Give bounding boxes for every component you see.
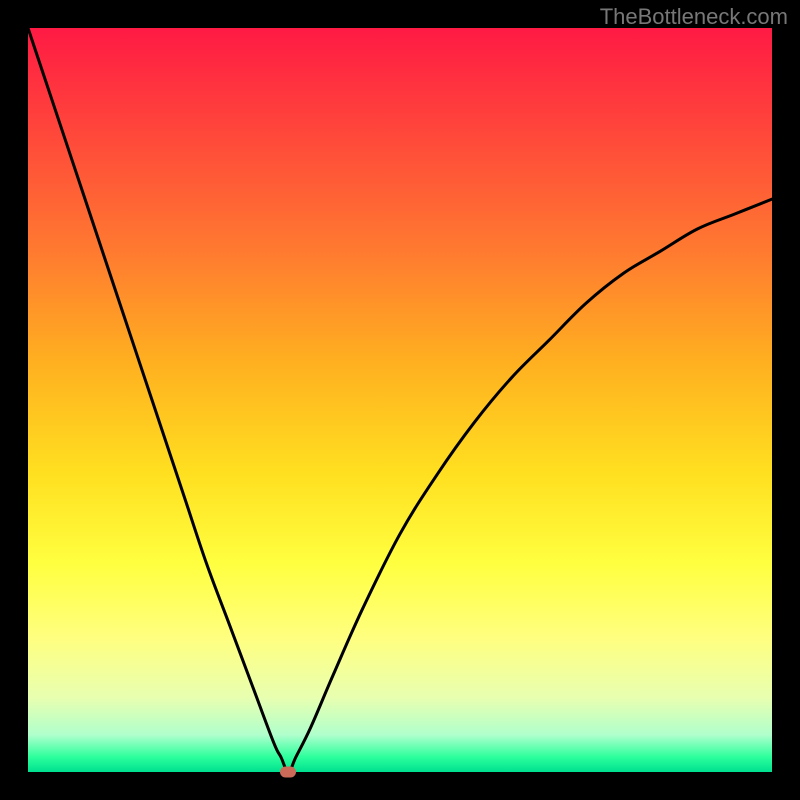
plot-area bbox=[28, 28, 772, 772]
min-marker bbox=[280, 767, 296, 778]
watermark-label: TheBottleneck.com bbox=[600, 4, 788, 30]
bottleneck-curve bbox=[28, 28, 772, 772]
chart-frame: TheBottleneck.com bbox=[0, 0, 800, 800]
